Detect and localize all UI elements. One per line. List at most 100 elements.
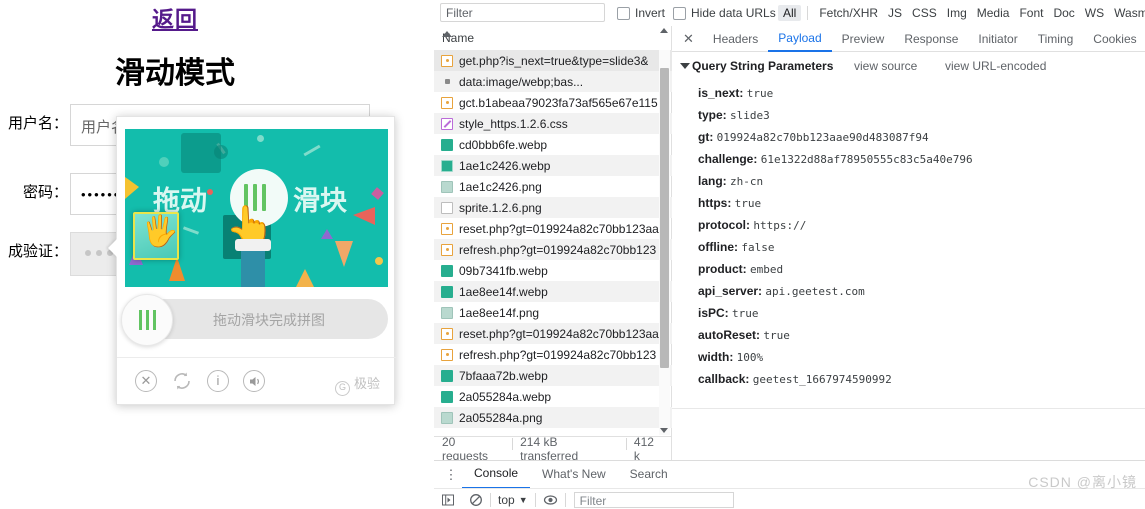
type-filter-all[interactable]: All: [778, 5, 802, 21]
hide-data-urls-checkbox-wrap[interactable]: Hide data URLs: [673, 6, 776, 20]
type-filter-img[interactable]: Img: [942, 5, 972, 21]
console-filter-input[interactable]: Filter: [573, 492, 734, 508]
css-icon: [441, 117, 453, 130]
request-row[interactable]: 1ae8ee14f.webp: [434, 281, 672, 302]
close-detail-icon[interactable]: ✕: [672, 31, 703, 47]
request-row[interactable]: 2a055284a.png: [434, 407, 672, 428]
tab-initiator[interactable]: Initiator: [968, 27, 1027, 51]
list-column-header[interactable]: Name: [434, 26, 671, 51]
tab-headers[interactable]: Headers: [703, 27, 768, 51]
info-icon[interactable]: i: [207, 370, 229, 392]
context-label: top: [498, 493, 515, 507]
tab-preview[interactable]: Preview: [832, 27, 895, 51]
summary-transferred: 214 kB transferred: [512, 435, 626, 463]
request-row[interactable]: sprite.1.2.6.png: [434, 197, 672, 218]
audio-icon[interactable]: [243, 370, 265, 392]
captcha-slider-track[interactable]: 拖动滑块完成拼图: [121, 294, 388, 346]
invert-checkbox-wrap[interactable]: Invert: [617, 6, 665, 20]
tab-response[interactable]: Response: [894, 27, 968, 51]
tab-cookies[interactable]: Cookies: [1083, 27, 1145, 51]
hide-data-urls-checkbox[interactable]: [673, 6, 686, 20]
request-row[interactable]: 1ae8ee14f.png: [434, 302, 672, 323]
request-row[interactable]: style_https.1.2.6.css: [434, 113, 672, 134]
type-filter-font[interactable]: Font: [1014, 5, 1048, 21]
request-row[interactable]: cd0bbb6fe.webp: [434, 134, 672, 155]
request-name: 7bfaaa72b.webp: [459, 368, 548, 383]
popup-arrow: [108, 239, 117, 257]
type-filter-doc[interactable]: Doc: [1048, 5, 1079, 21]
drawer-tab-bar: ⋮ Console What's New Search: [434, 461, 1145, 489]
type-filter-wasm[interactable]: Wasm: [1109, 5, 1145, 21]
request-row[interactable]: refresh.php?gt=019924a82c70bb123: [434, 344, 672, 365]
hand-left-icon: 🖐: [141, 215, 179, 248]
drawer-tab-whats-new[interactable]: What's New: [530, 462, 618, 488]
console-context-selector[interactable]: top ▼: [491, 493, 535, 507]
xhr-icon: [441, 327, 453, 340]
geetest-brand: G 极验: [334, 373, 380, 396]
sort-asc-icon[interactable]: [442, 31, 452, 37]
scrollbar-thumb[interactable]: [660, 68, 669, 368]
puzzle-hole-icon: [181, 133, 228, 173]
img-icon: [441, 369, 453, 382]
param-value: api.geetest.com: [765, 285, 865, 298]
slider-placeholder-text: 拖动滑块完成拼图: [213, 312, 325, 328]
request-row[interactable]: reset.php?gt=019924a82c70bb123aa: [434, 323, 672, 344]
collapse-caret-icon[interactable]: [680, 63, 690, 69]
drawer-tab-console[interactable]: Console: [462, 461, 531, 489]
param-key: https:: [698, 196, 732, 210]
type-filter-fetch-xhr[interactable]: Fetch/XHR: [814, 5, 883, 21]
screenshot-root: 返回 滑动模式 用户名： 用户名 密码： ••••••• 成验证： 拖动 滑块 …: [0, 0, 1145, 509]
username-label: 用户名：: [7, 115, 68, 132]
request-row[interactable]: 1ae1c2426.png: [434, 176, 672, 197]
network-filter-input[interactable]: Filter: [440, 3, 605, 22]
console-toolbar: top ▼ Filter: [434, 488, 1145, 509]
xhr-icon: [441, 348, 453, 361]
resource-type-filters: All Fetch/XHR JS CSS Img Media Font Doc …: [778, 5, 1145, 21]
request-name: cd0bbb6fe.webp: [459, 137, 548, 152]
network-summary-bar: 20 requests 214 kB transferred 412 k: [434, 434, 672, 463]
close-icon[interactable]: ✕: [135, 370, 157, 392]
request-name: reset.php?gt=019924a82c70bb123aa: [459, 221, 659, 236]
request-row[interactable]: 09b7341fb.webp: [434, 260, 672, 281]
captcha-image-text-right: 滑块: [293, 186, 347, 217]
console-live-expression-icon[interactable]: [536, 493, 565, 507]
tab-payload[interactable]: Payload: [768, 26, 832, 52]
view-url-encoded-link[interactable]: view URL-encoded: [945, 59, 1046, 73]
slider-knob[interactable]: [121, 294, 173, 346]
clear-console-icon[interactable]: [462, 493, 490, 507]
refresh-icon[interactable]: [171, 370, 193, 392]
type-filter-ws[interactable]: WS: [1080, 5, 1109, 21]
param-value: embed: [750, 263, 784, 276]
query-param-row: api_server: api.geetest.com: [672, 280, 1145, 302]
param-value: true: [763, 329, 790, 342]
query-param-row: offline: false: [672, 236, 1145, 258]
summary-requests: 20 requests: [442, 434, 489, 463]
console-sidebar-toggle-icon[interactable]: [434, 493, 462, 507]
request-row[interactable]: get.php?is_next=true&type=slide3&: [434, 50, 672, 71]
request-name: get.php?is_next=true&type=slide3&: [459, 53, 649, 68]
request-row[interactable]: gct.b1abeaa79023fa73af565e67e115: [434, 92, 672, 113]
request-row[interactable]: reset.php?gt=019924a82c70bb123aa: [434, 218, 672, 239]
request-row[interactable]: 1ae1c2426.webp: [434, 155, 672, 176]
list-scrollbar[interactable]: [659, 28, 670, 435]
type-filter-js[interactable]: JS: [883, 5, 907, 21]
invert-checkbox[interactable]: [617, 6, 630, 20]
request-row[interactable]: 2a055284a.webp: [434, 386, 672, 407]
request-row[interactable]: data:image/webp;bas...: [434, 71, 672, 92]
request-name: 1ae8ee14f.webp: [459, 284, 548, 299]
request-row[interactable]: refresh.php?gt=019924a82c70bb123: [434, 239, 672, 260]
param-key: isPC:: [698, 306, 729, 320]
back-link[interactable]: 返回: [0, 2, 350, 34]
request-name: 2a055284a.png: [459, 410, 543, 425]
scroll-up-icon[interactable]: [660, 28, 668, 33]
drawer-tab-search[interactable]: Search: [618, 462, 680, 488]
more-options-icon[interactable]: ⋮: [444, 468, 458, 481]
img-icon: [441, 390, 453, 403]
type-filter-media[interactable]: Media: [972, 5, 1015, 21]
tab-timing[interactable]: Timing: [1028, 27, 1084, 51]
geetest-captcha-popup[interactable]: 拖动 滑块 🖐 👆 拖动滑块完成拼图 ✕ i G 极验: [108, 116, 396, 405]
type-filter-css[interactable]: CSS: [907, 5, 942, 21]
request-row[interactable]: 7bfaaa72b.webp: [434, 365, 672, 386]
view-source-link[interactable]: view source: [854, 59, 917, 73]
scroll-down-icon[interactable]: [660, 428, 668, 433]
